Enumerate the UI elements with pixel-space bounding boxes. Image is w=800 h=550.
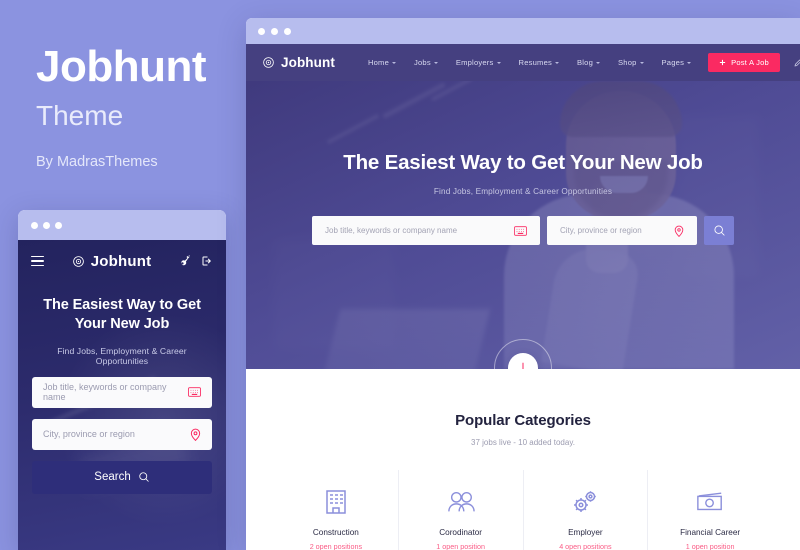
categories-title: Popular Categories <box>455 412 591 429</box>
post-a-job-label: Post A Job <box>731 58 769 67</box>
nav-label: Resumes <box>518 58 552 67</box>
mobile-mockup: Jobhunt The Easiest Way to Get Your New … <box>18 210 226 550</box>
mobile-location-input[interactable]: City, province or region <box>32 418 212 450</box>
category-count: 2 open positions <box>309 542 363 550</box>
mobile-search-label: Search <box>94 471 131 484</box>
category-name: Corodinator <box>439 528 483 537</box>
category-card-employer[interactable]: Employer 4 open positions <box>522 470 648 550</box>
category-card-construction[interactable]: Construction 2 open positions <box>274 470 398 550</box>
hero-content: The Easiest Way to Get Your New Job Find… <box>246 81 800 245</box>
category-name: Employer <box>568 528 603 537</box>
category-count: 4 open positions <box>559 542 612 550</box>
key-icon[interactable] <box>179 255 191 267</box>
keyword-search-input[interactable]: Job title, keywords or company name <box>312 216 540 245</box>
mobile-brand-label: Jobhunt <box>90 252 152 270</box>
mobile-window-chrome <box>18 210 226 240</box>
promo-subtitle: Theme <box>36 100 124 132</box>
scroll-down-button[interactable] <box>508 353 538 369</box>
arrow-down-icon <box>522 362 524 369</box>
chevron-down-icon <box>639 61 644 64</box>
nav-item-home[interactable]: Home <box>359 58 405 67</box>
mobile-keyword-placeholder: Job title, keywords or company name <box>43 382 167 403</box>
chevron-down-icon <box>433 61 438 64</box>
site-brand-label: Jobhunt <box>281 55 335 70</box>
nav-item-shop[interactable]: Shop <box>609 58 653 67</box>
map-pin-icon <box>674 225 684 237</box>
plus-icon <box>719 59 726 66</box>
category-card-corodinator[interactable]: Corodinator 1 open position <box>397 470 523 550</box>
keyboard-icon <box>188 387 201 397</box>
money-icon <box>697 492 723 511</box>
browser-window-chrome <box>246 18 800 44</box>
target-icon <box>72 255 84 267</box>
window-dot-close[interactable] <box>258 27 265 35</box>
map-pin-icon <box>190 428 201 441</box>
site-brand[interactable]: Jobhunt <box>262 55 335 70</box>
chevron-down-icon <box>687 61 692 64</box>
window-dot-minimize[interactable] <box>271 27 278 35</box>
pen-icon <box>794 59 800 66</box>
mobile-search-button[interactable]: Search <box>32 460 212 494</box>
search-icon <box>713 225 725 236</box>
nav-item-resumes[interactable]: Resumes <box>510 58 568 67</box>
category-name: Financial Career <box>680 528 741 537</box>
chevron-down-icon <box>392 61 396 64</box>
search-submit-button[interactable] <box>704 216 734 245</box>
promo-byline: By MadrasThemes <box>36 154 158 171</box>
categories-grid: Construction 2 open positions Corodinato… <box>246 470 800 550</box>
target-icon <box>263 57 274 68</box>
mobile-keyword-input[interactable]: Job title, keywords or company name <box>32 376 212 408</box>
hero-section: The Easiest Way to Get Your New Job Find… <box>246 81 800 369</box>
gears-icon <box>574 491 597 512</box>
hero-search-bar: Job title, keywords or company name City… <box>246 216 800 245</box>
chevron-down-icon <box>496 61 501 64</box>
site-navbar: Jobhunt Home Jobs Employers Resumes Blog <box>246 44 800 81</box>
chevron-down-icon <box>555 61 559 64</box>
mobile-heading: The Easiest Way to Get Your New Job <box>43 297 201 333</box>
categories-subtitle: 37 jobs live - 10 added today. <box>471 438 575 447</box>
nav-item-employers[interactable]: Employers <box>447 58 510 67</box>
mobile-brand[interactable]: Jobhunt <box>52 253 171 270</box>
popular-categories-section: Popular Categories 37 jobs live - 10 add… <box>246 369 800 550</box>
hero-subheading: Find Jobs, Employment & Career Opportuni… <box>433 187 613 196</box>
post-a-job-button[interactable]: Post A Job <box>708 53 780 72</box>
nav-label: Employers <box>455 58 494 67</box>
window-dot-maximize[interactable] <box>55 221 62 229</box>
nav-label: Shop <box>618 58 637 67</box>
mobile-navbar: Jobhunt <box>18 240 226 282</box>
nav-label: Pages <box>661 58 685 67</box>
search-icon <box>139 472 149 482</box>
nav-label: Jobs <box>414 58 431 67</box>
auth-links: Register Login <box>794 58 800 67</box>
category-count: 1 open position <box>685 542 735 550</box>
nav-item-blog[interactable]: Blog <box>568 58 609 67</box>
location-search-input[interactable]: City, province or region <box>547 216 697 245</box>
category-name: Construction <box>312 528 359 537</box>
hamburger-icon[interactable] <box>31 255 44 267</box>
mobile-hero: Jobhunt The Easiest Way to Get Your New … <box>18 240 226 550</box>
browser-window: Jobhunt Home Jobs Employers Resumes Blog <box>246 18 800 550</box>
keyword-placeholder: Job title, keywords or company name <box>325 226 458 235</box>
building-icon <box>326 490 346 514</box>
register-link[interactable]: Register <box>794 58 800 67</box>
nav-label: Blog <box>577 58 593 67</box>
keyboard-icon <box>514 225 527 236</box>
nav-item-pages[interactable]: Pages <box>653 58 701 67</box>
window-dot-maximize[interactable] <box>284 27 291 35</box>
window-dot-minimize[interactable] <box>43 221 50 229</box>
window-dot-close[interactable] <box>31 221 38 229</box>
nav-item-jobs[interactable]: Jobs <box>405 58 447 67</box>
location-placeholder: City, province or region <box>560 226 642 235</box>
site-menu: Home Jobs Employers Resumes Blog Shop Pa… <box>359 53 800 72</box>
category-count: 1 open position <box>436 542 485 550</box>
users-icon <box>447 491 475 512</box>
hero-heading: The Easiest Way to Get Your New Job <box>343 151 703 174</box>
promo-title: Jobhunt <box>36 42 207 91</box>
login-icon[interactable] <box>201 255 213 267</box>
chevron-down-icon <box>596 61 600 64</box>
category-card-financial-career[interactable]: Financial Career 1 open position <box>647 470 772 550</box>
mobile-location-placeholder: City, province or region <box>43 429 135 440</box>
nav-label: Home <box>367 58 389 67</box>
mobile-subheading: Find Jobs, Employment & Career Opportuni… <box>57 345 187 366</box>
